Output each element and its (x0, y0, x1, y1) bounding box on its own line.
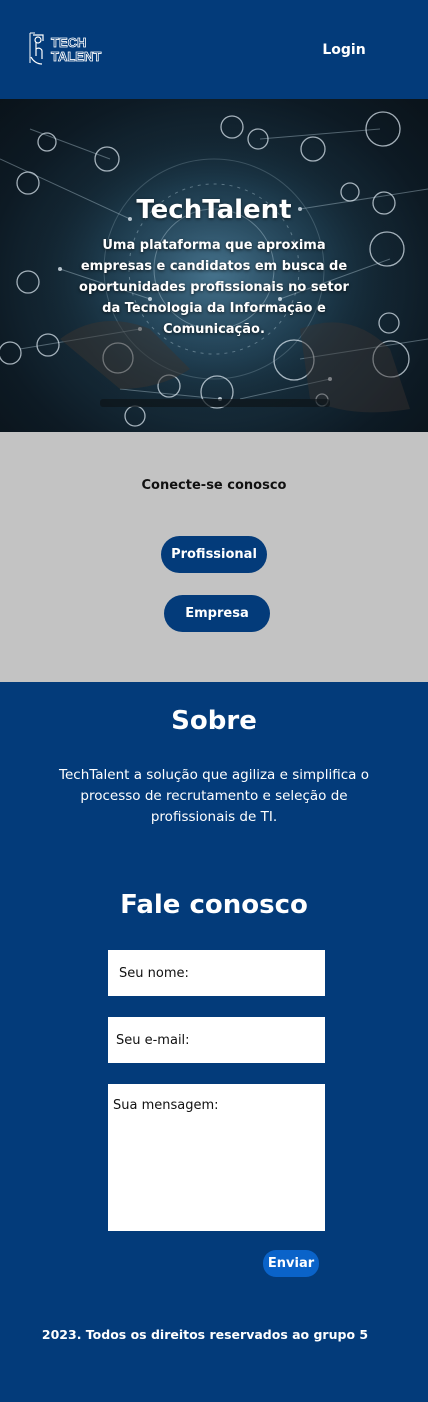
professional-button[interactable]: Profissional (161, 536, 267, 573)
send-button[interactable]: Enviar (263, 1250, 319, 1277)
company-button[interactable]: Empresa (164, 595, 270, 632)
email-input[interactable] (108, 1017, 325, 1063)
hero-description: Uma plataforma que aproxima empresas e c… (79, 238, 349, 337)
message-textarea[interactable] (108, 1084, 325, 1231)
about-title: Sobre (171, 706, 257, 736)
svg-text:TECH: TECH (51, 35, 86, 50)
about-text: TechTalent a solução que agiliza e simpl… (59, 767, 369, 825)
login-link[interactable]: Login (312, 38, 376, 62)
techtalent-logo[interactable]: TECH TALENT (27, 31, 107, 67)
techtalent-logo-icon: TECH TALENT (29, 32, 102, 65)
footer-copyright: 2023. Todos os direitos reservados ao gr… (41, 1327, 369, 1342)
connect-section: Conecte-se conosco Profissional Empresa (0, 432, 428, 682)
connect-title: Conecte-se conosco (141, 478, 287, 493)
name-input[interactable] (108, 950, 325, 996)
contact-title: Fale conosco (120, 890, 308, 920)
hero-title: TechTalent (136, 195, 292, 225)
svg-text:TALENT: TALENT (51, 49, 101, 64)
hero-banner: TechTalent Uma plataforma que aproxima e… (0, 99, 428, 432)
site-header: TECH TALENT Login (0, 0, 428, 99)
